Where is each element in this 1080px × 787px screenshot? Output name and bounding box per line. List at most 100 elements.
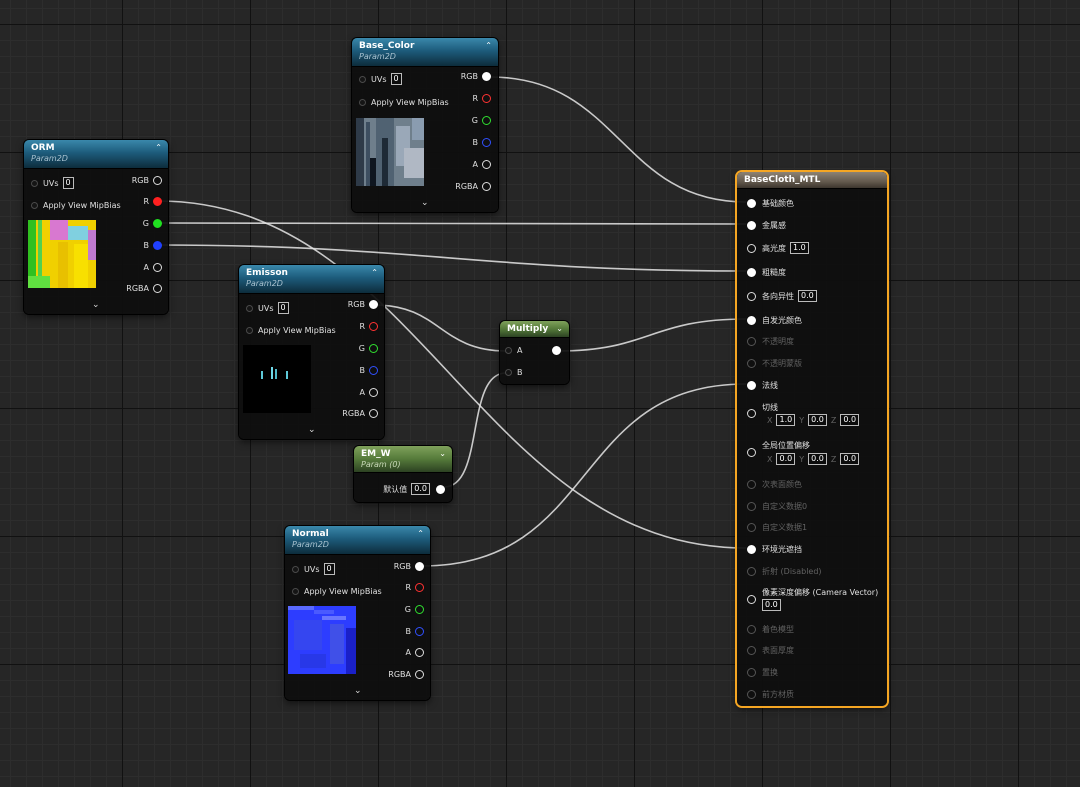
- uv-value-field[interactable]: 0: [323, 563, 335, 575]
- input-pin-icon[interactable]: [747, 448, 756, 457]
- output-r[interactable]: R: [143, 197, 162, 206]
- material-pin[interactable]: 基础颜色: [747, 198, 794, 209]
- pin-value-field[interactable]: 0.0: [798, 290, 817, 302]
- input-b[interactable]: B: [505, 368, 523, 377]
- material-pin[interactable]: 各向异性 0.0: [747, 290, 817, 302]
- node-header[interactable]: Base_Color Param2D ⌃: [352, 38, 498, 67]
- output-rgba[interactable]: RGBA: [455, 182, 491, 191]
- input-pin-icon[interactable]: [31, 202, 38, 209]
- node-header[interactable]: Emisson Param2D ⌃: [239, 265, 384, 294]
- output-pin-icon[interactable]: [153, 241, 162, 250]
- collapse-icon[interactable]: ⌄: [439, 449, 446, 458]
- orm-texture-node[interactable]: ORM Param2D ⌃ UVs 0 Apply View MipBias R…: [24, 140, 168, 314]
- node-header[interactable]: Normal Param2D ⌃: [285, 526, 430, 555]
- emisson-texture-node[interactable]: Emisson Param2D ⌃ UVs 0 Apply View MipBi…: [239, 265, 384, 439]
- output-pin-icon[interactable]: [415, 648, 424, 657]
- input-pin-icon[interactable]: [747, 199, 756, 208]
- output-r[interactable]: R: [472, 94, 491, 103]
- output-pin-icon[interactable]: [482, 160, 491, 169]
- output-pin-icon[interactable]: [369, 344, 378, 353]
- x-value-field[interactable]: 1.0: [776, 414, 796, 426]
- input-pin-icon[interactable]: [747, 243, 756, 253]
- output-r[interactable]: R: [405, 583, 424, 592]
- input-pin-icon[interactable]: [31, 179, 38, 187]
- uvs-input[interactable]: UVs 0: [246, 302, 289, 314]
- output-b[interactable]: B: [473, 138, 491, 147]
- y-value-field[interactable]: 0.0: [808, 453, 827, 465]
- output-pin-icon[interactable]: [415, 562, 424, 571]
- expand-chevron-icon[interactable]: ⌄: [308, 425, 316, 435]
- collapse-icon[interactable]: ⌃: [155, 143, 162, 152]
- output-pin-icon[interactable]: [369, 366, 378, 375]
- node-header[interactable]: Multiply ⌄: [500, 321, 569, 338]
- node-header[interactable]: BaseCloth_MTL: [737, 172, 887, 189]
- mipbias-input[interactable]: Apply View MipBias: [359, 98, 449, 107]
- output-pin-icon[interactable]: [482, 138, 491, 147]
- output-rgb[interactable]: RGB: [394, 562, 424, 571]
- material-pin[interactable]: [747, 595, 762, 604]
- output-rgb[interactable]: RGB: [348, 300, 378, 309]
- default-value-field[interactable]: 0.0: [411, 483, 430, 495]
- output-pin-icon[interactable]: [369, 322, 378, 331]
- output-pin-icon[interactable]: [552, 346, 561, 355]
- y-value-field[interactable]: 0.0: [808, 414, 827, 426]
- pin-value-field[interactable]: 1.0: [790, 242, 809, 254]
- output-pin-icon[interactable]: [369, 388, 378, 397]
- default-value-output[interactable]: 0.0 默认值: [383, 483, 445, 495]
- mipbias-input[interactable]: Apply View MipBias: [246, 326, 336, 335]
- output-rgba[interactable]: RGBA: [342, 409, 378, 418]
- output-a[interactable]: A: [406, 648, 424, 657]
- output-a[interactable]: A: [473, 160, 491, 169]
- input-pin-icon[interactable]: [505, 369, 512, 376]
- output-pin-icon[interactable]: [482, 72, 491, 81]
- x-value-field[interactable]: 0.0: [776, 453, 796, 465]
- material-pin[interactable]: 高光度 1.0: [747, 242, 809, 254]
- input-pin-icon[interactable]: [505, 347, 512, 354]
- output-g[interactable]: G: [359, 344, 378, 353]
- collapse-icon[interactable]: ⌄: [556, 324, 563, 333]
- input-pin-icon[interactable]: [246, 327, 253, 334]
- expand-chevron-icon[interactable]: ⌄: [92, 300, 100, 310]
- output-g[interactable]: G: [472, 116, 491, 125]
- output-pin-icon[interactable]: [415, 670, 424, 679]
- output-rgba[interactable]: RGBA: [388, 670, 424, 679]
- pin-value-field[interactable]: 0.0: [762, 599, 781, 611]
- material-pin[interactable]: 自发光颜色: [747, 315, 802, 326]
- output-pin-icon[interactable]: [415, 583, 424, 592]
- multiply-node[interactable]: Multiply ⌄ A B: [500, 321, 569, 384]
- material-pin[interactable]: 金属感: [747, 220, 786, 231]
- uvs-input[interactable]: UVs 0: [359, 73, 402, 85]
- input-pin-icon[interactable]: [747, 268, 756, 277]
- z-value-field[interactable]: 0.0: [840, 453, 860, 465]
- uv-value-field[interactable]: 0: [62, 177, 74, 189]
- output-a[interactable]: A: [360, 388, 378, 397]
- uvs-input[interactable]: UVs 0: [31, 177, 74, 189]
- uv-value-field[interactable]: 0: [390, 73, 402, 85]
- node-header[interactable]: EM_W Param (0) ⌄: [354, 446, 452, 473]
- input-pin-icon[interactable]: [747, 545, 756, 554]
- output-pin-icon[interactable]: [415, 627, 424, 636]
- output-a[interactable]: A: [144, 263, 162, 272]
- output-b[interactable]: B: [144, 241, 162, 250]
- output-pin-icon[interactable]: [482, 182, 491, 191]
- material-pin[interactable]: [747, 448, 762, 457]
- vector-fields[interactable]: X 1.0 Y 0.0 Z 0.0: [767, 414, 860, 426]
- input-pin-icon[interactable]: [747, 595, 756, 604]
- output-pin-icon[interactable]: [153, 197, 162, 206]
- input-pin-icon[interactable]: [747, 291, 756, 301]
- expand-chevron-icon[interactable]: ⌄: [421, 198, 429, 208]
- input-pin-icon[interactable]: [747, 221, 756, 230]
- output-pin-icon[interactable]: [369, 409, 378, 418]
- output-rgb[interactable]: RGB: [461, 72, 491, 81]
- em-w-param-node[interactable]: EM_W Param (0) ⌄ 0.0 默认值: [354, 446, 452, 502]
- expand-chevron-icon[interactable]: ⌄: [354, 686, 362, 696]
- input-pin-icon[interactable]: [747, 381, 756, 390]
- material-result-node[interactable]: BaseCloth_MTL 基础颜色 金属感 高光度 1.0 粗糙度 各向异性 0.…: [737, 172, 887, 706]
- material-pin[interactable]: 法线: [747, 380, 778, 391]
- input-pin-icon[interactable]: [246, 304, 253, 312]
- output-pin-icon[interactable]: [369, 300, 378, 309]
- node-header[interactable]: ORM Param2D ⌃: [24, 140, 168, 169]
- output-pin-icon[interactable]: [153, 263, 162, 272]
- material-pin[interactable]: 环境光遮挡: [747, 544, 802, 555]
- output-pin-icon[interactable]: [153, 219, 162, 228]
